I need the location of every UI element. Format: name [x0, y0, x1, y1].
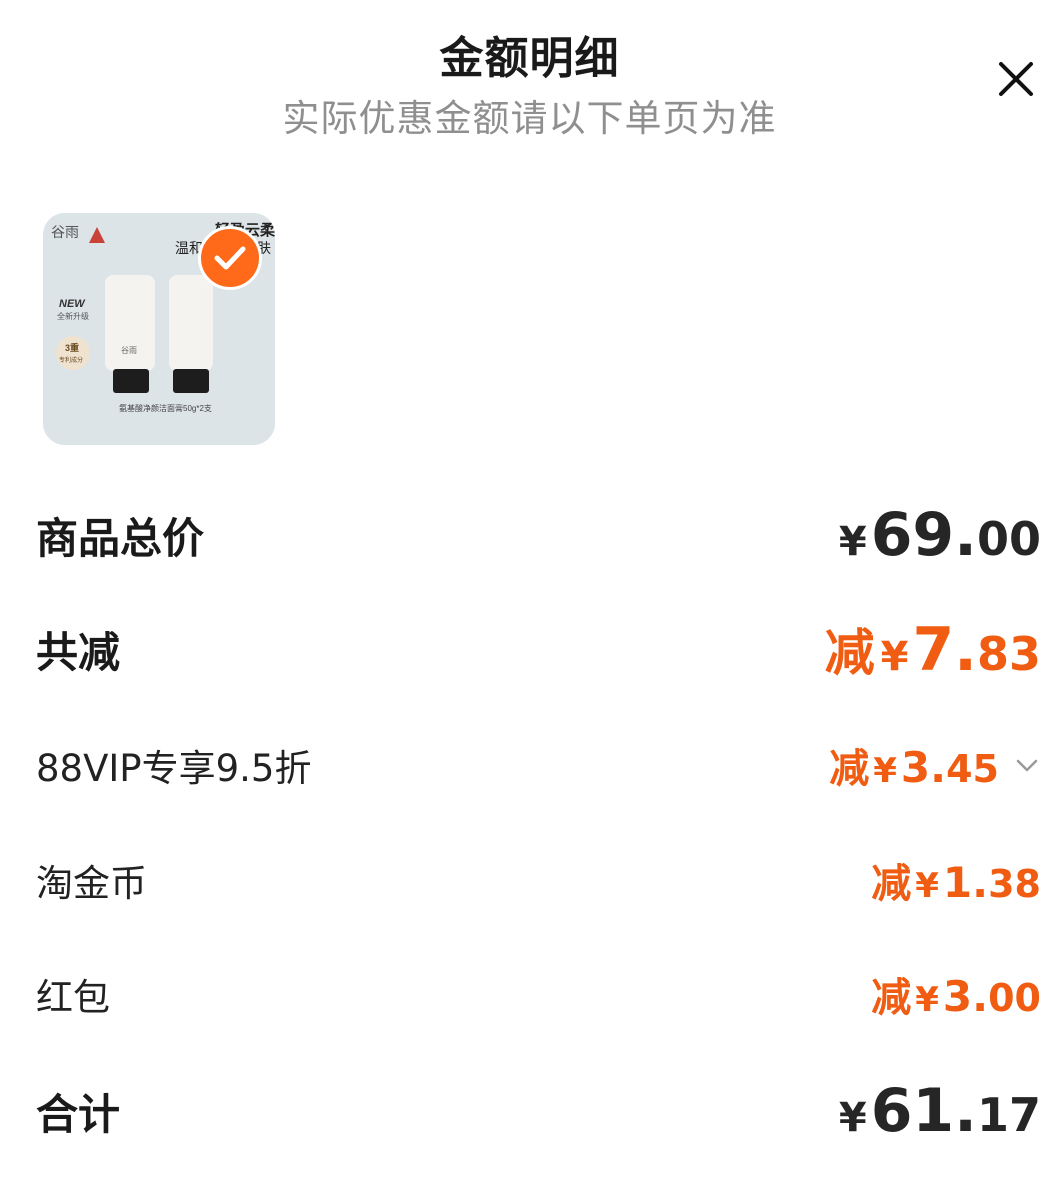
chevron-down-icon[interactable] [1013, 751, 1041, 779]
total-discount-amount: 减 ¥ 7. 83 [825, 613, 1041, 685]
currency-symbol: ¥ [915, 980, 939, 1020]
amount-integer: 7. [912, 615, 977, 685]
discount-label: 88VIP专享9.5折 [36, 747, 312, 790]
currency-symbol: ¥ [838, 1095, 867, 1141]
amount-integer: 1. [942, 858, 989, 907]
page-subtitle: 实际优惠金额请以下单页为准 [282, 97, 777, 140]
discount-amount: 减 ¥ 3. 00 [871, 965, 1041, 1023]
grand-total-label: 合计 [36, 1089, 121, 1139]
image-caption: 氨基酸净颜洁面膏50g*2支 [119, 403, 212, 413]
total-price-label: 商品总价 [36, 513, 205, 563]
amount-decimal: 00 [976, 512, 1041, 566]
close-button[interactable] [991, 54, 1041, 104]
selected-check-badge[interactable] [198, 226, 262, 290]
amount-decimal: 45 [946, 747, 999, 791]
image-new-badge-sub: 全新升级 [57, 311, 89, 321]
image-circle-badge-sub: 专利成分 [59, 356, 83, 364]
image-circle-badge: 3重 [65, 342, 79, 353]
discount-label: 红包 [36, 976, 110, 1019]
amount-decimal: 17 [976, 1088, 1041, 1142]
currency-symbol: ¥ [838, 519, 867, 565]
discount-row-hongbao: 红包 减 ¥ 3. 00 [36, 964, 1041, 1024]
discount-prefix: 减 [829, 746, 870, 792]
discount-row-taojinbi: 淘金币 减 ¥ 1. 38 [36, 850, 1041, 910]
discount-prefix: 减 [871, 975, 912, 1021]
grand-total-row: 合计 ¥ 61. 17 [36, 1075, 1041, 1147]
discount-prefix: 减 [824, 624, 875, 682]
discount-amount: 减 ¥ 1. 38 [871, 851, 1041, 909]
close-icon [999, 62, 1033, 96]
amount-integer: 69. [870, 500, 977, 570]
discount-label: 淘金币 [36, 862, 147, 905]
amount-integer: 3. [900, 743, 947, 792]
tube-brand-text: 谷雨 [121, 346, 137, 355]
page-title: 金额明细 [439, 33, 620, 84]
total-discount-row: 共减 减 ¥ 7. 83 [36, 613, 1041, 685]
amount-decimal: 38 [988, 862, 1041, 906]
amount-integer: 3. [942, 972, 989, 1021]
image-new-badge: NEW [59, 298, 86, 310]
currency-symbol: ¥ [915, 866, 939, 906]
total-price-amount: ¥ 69. 00 [839, 500, 1041, 570]
discount-row-88vip[interactable]: 88VIP专享9.5折 减 ¥ 3. 45 [36, 735, 1041, 795]
discount-prefix: 减 [871, 861, 912, 907]
image-brand-text: 谷雨 [51, 224, 79, 240]
discount-amount: 减 ¥ 3. 45 [829, 736, 1041, 794]
grand-total-amount: ¥ 61. 17 [839, 1076, 1041, 1146]
amount-decimal: 83 [976, 627, 1041, 681]
currency-symbol: ¥ [873, 751, 897, 791]
amount-decimal: 00 [988, 976, 1041, 1020]
amount-integer: 61. [870, 1076, 977, 1146]
total-price-row: 商品总价 ¥ 69. 00 [36, 500, 1041, 570]
currency-symbol: ¥ [880, 634, 909, 680]
check-icon [214, 246, 246, 270]
total-discount-label: 共减 [36, 627, 121, 677]
